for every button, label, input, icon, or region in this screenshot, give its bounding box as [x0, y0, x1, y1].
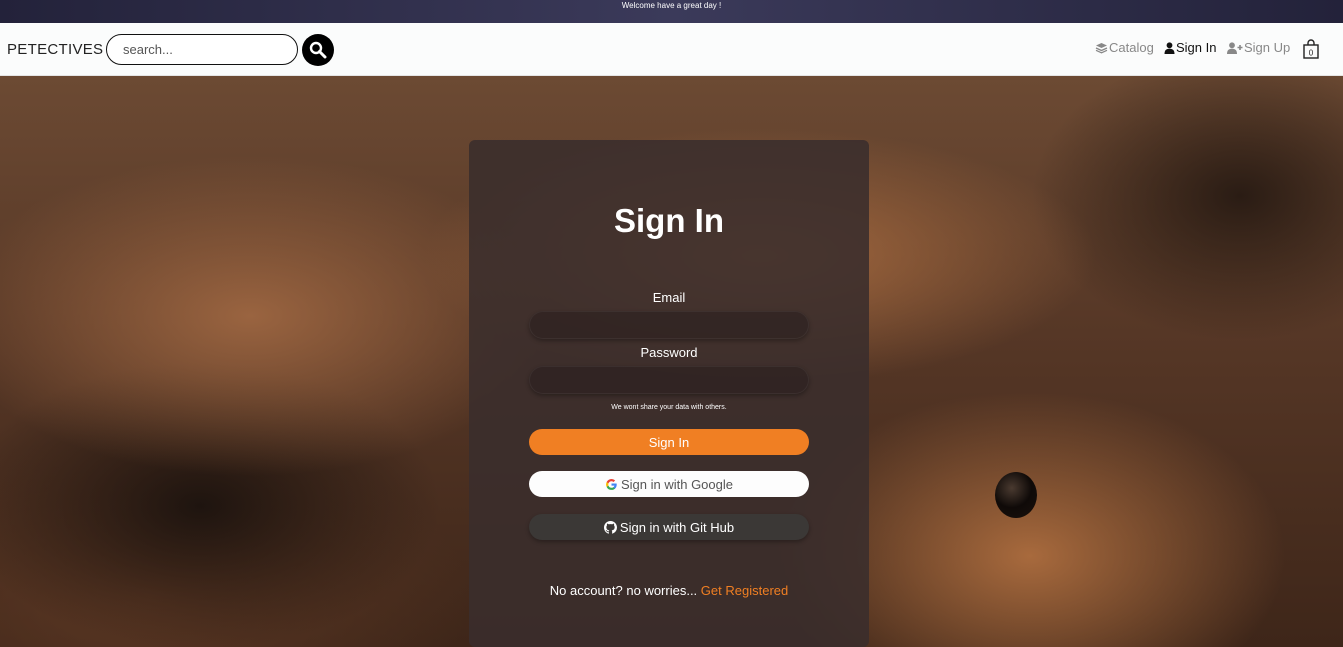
password-field[interactable]: [529, 366, 809, 394]
announcement-bar: Welcome have a great day !: [0, 0, 1343, 23]
shopping-bag-icon: 0: [1303, 39, 1319, 59]
navbar: PETECTIVES Catalog Sign In: [0, 23, 1343, 76]
nav-catalog-label: Catalog: [1109, 40, 1154, 55]
announcement-text: Welcome have a great day !: [621, 1, 722, 10]
password-label: Password: [640, 345, 698, 360]
github-signin-button[interactable]: Sign in with Git Hub: [529, 514, 809, 540]
signin-submit-label: Sign In: [648, 434, 690, 450]
github-icon: [603, 520, 617, 534]
cart-button[interactable]: 0: [1303, 39, 1319, 64]
register-prompt-text: No account? no worries...: [549, 583, 698, 598]
nav-signin-link[interactable]: Sign In: [1164, 40, 1216, 55]
nav-signup-label: Sign Up: [1244, 40, 1291, 55]
privacy-note: We wont share your data with others.: [611, 404, 727, 411]
search-icon: [309, 41, 327, 59]
signin-card: Sign In Email Password We wont share you…: [469, 140, 869, 647]
user-plus-icon: [1227, 41, 1243, 54]
github-signin-label: Sign in with Git Hub: [619, 519, 735, 535]
get-registered-link[interactable]: Get Registered: [701, 583, 788, 598]
dog-eye-decoration: [995, 472, 1037, 518]
register-prompt: No account? no worries... Get Registered: [469, 583, 869, 598]
email-field[interactable]: [529, 311, 809, 339]
layers-icon: [1095, 42, 1108, 54]
google-signin-label: Sign in with Google: [620, 476, 733, 492]
search-input[interactable]: [106, 34, 298, 65]
search-button[interactable]: [302, 34, 334, 66]
signin-title: Sign In: [614, 202, 724, 239]
google-g-icon: [606, 478, 617, 490]
email-label: Email: [652, 290, 686, 305]
brand-logo[interactable]: PETECTIVES: [7, 41, 103, 58]
signin-submit-button[interactable]: Sign In: [529, 429, 809, 455]
user-icon: [1164, 41, 1175, 54]
nav-catalog-link[interactable]: Catalog: [1095, 40, 1154, 55]
nav-signup-link[interactable]: Sign Up: [1227, 40, 1290, 55]
google-signin-button[interactable]: Sign in with Google: [529, 471, 809, 497]
cart-count: 0: [1309, 49, 1314, 58]
nav-signin-label: Sign In: [1176, 40, 1217, 55]
